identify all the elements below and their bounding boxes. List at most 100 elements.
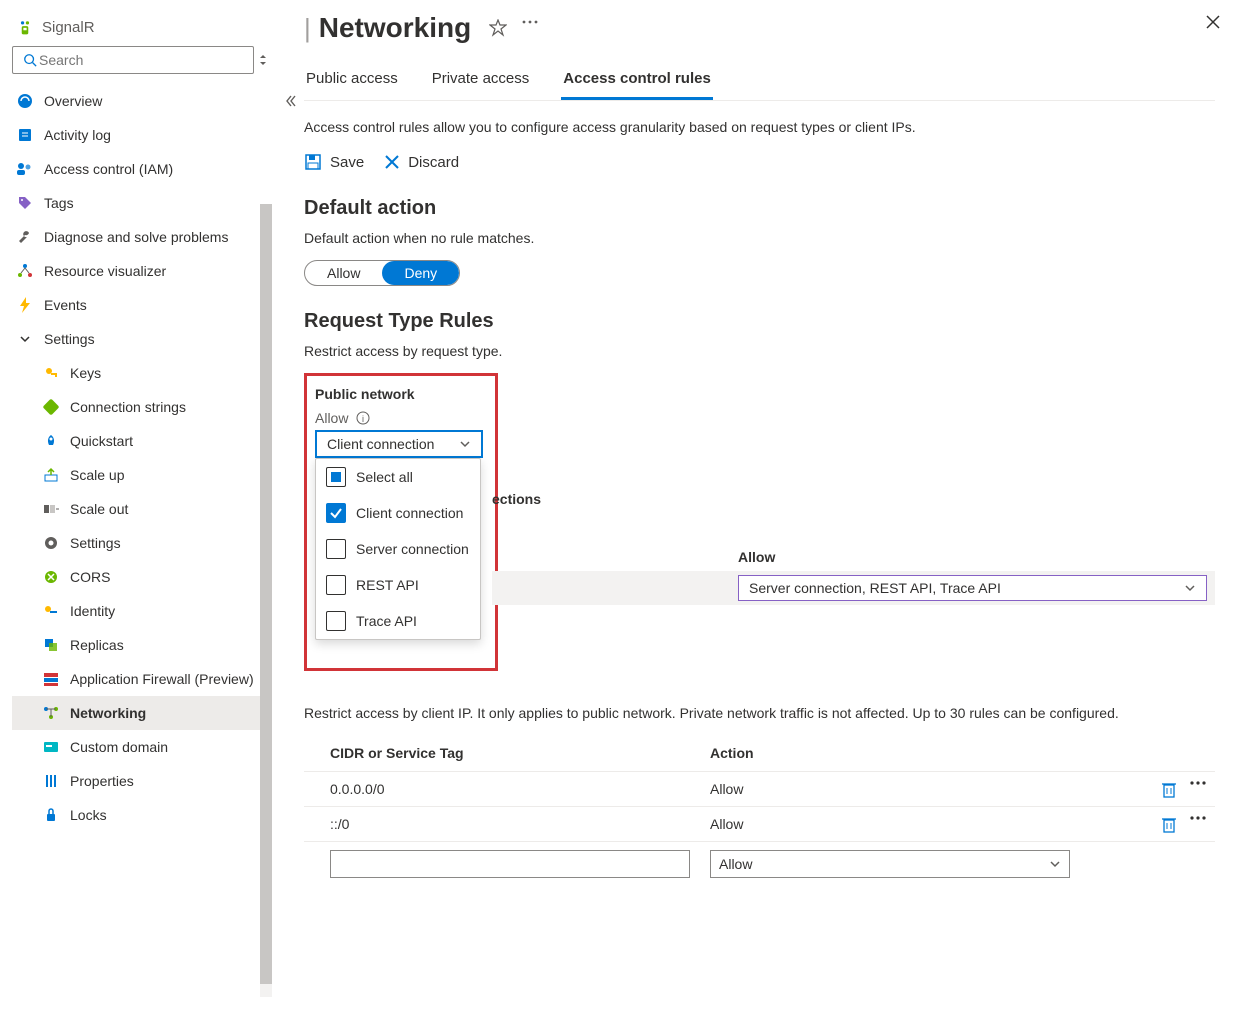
sidebar-nav: Overview Activity log Access control (IA…	[12, 84, 272, 997]
sidebar-item-locks[interactable]: Locks	[12, 798, 272, 832]
sidebar-search[interactable]	[12, 46, 254, 74]
service-name: SignalR	[42, 19, 95, 36]
scale-up-icon	[42, 466, 60, 484]
delete-rule-button[interactable]	[1161, 815, 1177, 833]
sidebar-item-customdomain[interactable]: Custom domain	[12, 730, 272, 764]
sidebar-item-replicas[interactable]: Replicas	[12, 628, 272, 662]
networking-icon	[42, 704, 60, 722]
sidebar-item-identity[interactable]: Identity	[12, 594, 272, 628]
private-allow-header: Allow	[738, 549, 1168, 565]
connection-icon	[42, 398, 60, 416]
pill-deny[interactable]: Deny	[382, 261, 459, 285]
activity-log-icon	[16, 126, 34, 144]
command-bar: Save Discard	[304, 153, 1215, 171]
search-icon	[21, 51, 39, 69]
save-button[interactable]: Save	[304, 153, 364, 171]
sidebar-group-settings[interactable]: Settings	[12, 322, 272, 356]
dropdown-option-client-connection[interactable]: Client connection	[316, 495, 480, 531]
main-content: | Networking Public access Private acces…	[280, 0, 1239, 1027]
discard-button[interactable]: Discard	[384, 153, 459, 171]
ip-table-header: CIDR or Service Tag Action	[304, 735, 1215, 771]
row-more-button[interactable]	[1189, 815, 1207, 833]
sidebar-item-label: Settings	[70, 535, 121, 551]
new-cidr-input[interactable]	[330, 850, 690, 878]
sidebar-item-connstr[interactable]: Connection strings	[12, 390, 272, 424]
ip-rule-cidr: 0.0.0.0/0	[330, 781, 710, 797]
tab-access-control-rules[interactable]: Access control rules	[561, 60, 713, 100]
scrollbar-thumb[interactable]	[260, 204, 272, 984]
identity-icon	[42, 602, 60, 620]
sidebar-item-settings[interactable]: Settings	[12, 526, 272, 560]
default-action-heading: Default action	[304, 197, 1215, 220]
ip-rules-table: CIDR or Service Tag Action 0.0.0.0/0 All…	[304, 735, 1215, 886]
sidebar-item-label: Identity	[70, 603, 115, 619]
sidebar-item-label: Replicas	[70, 637, 124, 653]
public-allow-combobox[interactable]: Client connection	[315, 430, 483, 458]
overview-icon	[16, 92, 34, 110]
option-label: Server connection	[356, 541, 469, 557]
dropdown-option-trace-api[interactable]: Trace API	[316, 603, 480, 639]
ip-rule-new-row: Allow	[304, 841, 1215, 886]
tab-description: Access control rules allow you to config…	[304, 119, 1215, 135]
sidebar-item-label: Access control (IAM)	[44, 161, 173, 177]
option-label: REST API	[356, 577, 419, 593]
more-icon[interactable]	[521, 19, 539, 37]
title-pipe: |	[304, 13, 311, 44]
sidebar-item-properties[interactable]: Properties	[12, 764, 272, 798]
close-button[interactable]	[1205, 14, 1221, 30]
sidebar-item-keys[interactable]: Keys	[12, 356, 272, 390]
private-allow-dropdown[interactable]: Server connection, REST API, Trace API	[738, 575, 1207, 601]
ip-rule-row: ::/0 Allow	[304, 806, 1215, 841]
public-network-label: Public network	[315, 386, 483, 402]
tab-private-access[interactable]: Private access	[430, 60, 532, 100]
discard-label: Discard	[408, 154, 459, 171]
sidebar-item-label: Diagnose and solve problems	[44, 229, 228, 245]
domain-icon	[42, 738, 60, 756]
private-allow-value: Server connection, REST API, Trace API	[749, 580, 1001, 596]
sidebar-item-label: Connection strings	[70, 399, 186, 415]
pill-allow[interactable]: Allow	[305, 261, 382, 285]
sidebar-item-overview[interactable]: Overview	[12, 84, 272, 118]
dropdown-option-server-connection[interactable]: Server connection	[316, 531, 480, 567]
default-action-toggle[interactable]: Allow Deny	[304, 260, 460, 286]
delete-rule-button[interactable]	[1161, 780, 1177, 798]
sidebar-item-diagnose[interactable]: Diagnose and solve problems	[12, 220, 272, 254]
info-icon[interactable]: i	[356, 411, 370, 425]
sidebar-item-scaleout[interactable]: Scale out	[12, 492, 272, 526]
sidebar-item-scaleup[interactable]: Scale up	[12, 458, 272, 492]
favorite-star-icon[interactable]	[489, 19, 507, 37]
sidebar-item-networking[interactable]: Networking	[12, 696, 272, 730]
sidebar-item-label: Events	[44, 297, 87, 313]
sidebar-item-firewall[interactable]: Application Firewall (Preview)	[12, 662, 272, 696]
sidebar-item-visualizer[interactable]: Resource visualizer	[12, 254, 272, 288]
combo-value: Client connection	[327, 436, 434, 452]
checkbox-empty-icon	[326, 539, 346, 559]
sidebar-item-tags[interactable]: Tags	[12, 186, 272, 220]
tab-public-access[interactable]: Public access	[304, 60, 400, 100]
svg-text:i: i	[362, 414, 364, 424]
new-action-select[interactable]: Allow	[710, 850, 1070, 878]
sidebar-item-iam[interactable]: Access control (IAM)	[12, 152, 272, 186]
sidebar-item-label: Properties	[70, 773, 134, 789]
public-network-highlight: Public network Allow i Client connection…	[304, 373, 498, 671]
sidebar-item-label: Scale out	[70, 501, 128, 517]
sidebar-item-cors[interactable]: CORS	[12, 560, 272, 594]
checkbox-partial-icon	[326, 467, 346, 487]
sidebar-item-quickstart[interactable]: Quickstart	[12, 424, 272, 458]
sidebar-item-activity-log[interactable]: Activity log	[12, 118, 272, 152]
sidebar-search-input[interactable]	[39, 52, 245, 68]
row-more-button[interactable]	[1189, 780, 1207, 798]
chevron-down-icon	[459, 438, 471, 450]
option-label: Trace API	[356, 613, 417, 629]
dropdown-option-rest-api[interactable]: REST API	[316, 567, 480, 603]
firewall-icon	[42, 670, 60, 688]
option-label: Client connection	[356, 505, 463, 521]
dropdown-option-select-all[interactable]: Select all	[316, 459, 480, 495]
sidebar-item-label: Keys	[70, 365, 101, 381]
signalr-service-icon	[16, 18, 34, 36]
sidebar-item-events[interactable]: Events	[12, 288, 272, 322]
sidebar-item-label: Custom domain	[70, 739, 168, 755]
sort-icon[interactable]	[260, 53, 272, 67]
settings-group-label: Settings	[44, 331, 95, 347]
people-icon	[16, 160, 34, 178]
